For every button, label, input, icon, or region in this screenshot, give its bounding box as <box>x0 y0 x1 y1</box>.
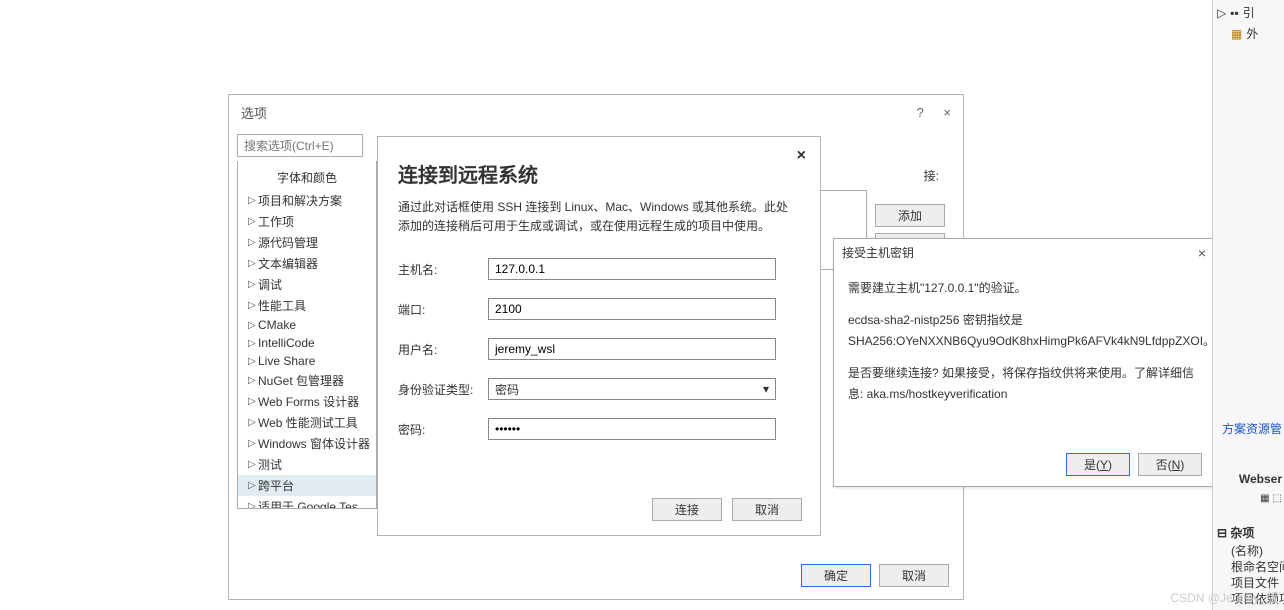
hostkey-line1: 需要建立主机"127.0.0.1"的验证。 <box>848 278 1200 298</box>
chevron-right-icon: ▷ <box>248 338 258 349</box>
watermark: CSDN @Jeremy_版 <box>1170 589 1278 606</box>
chevron-right-icon: ▷ <box>248 258 258 269</box>
sidebar-item-label: 性能工具 <box>258 297 306 314</box>
auth-value: 密码 <box>495 381 519 398</box>
sidebar-item[interactable]: ▷源代码管理 <box>238 232 376 253</box>
sidebar-header: 字体和颜色 <box>238 165 376 190</box>
sidebar-item[interactable]: ▷调试 <box>238 274 376 295</box>
chevron-down-icon: ▾ <box>763 382 769 396</box>
hostkey-dialog: 接受主机密钥 × 需要建立主机"127.0.0.1"的验证。 ecdsa-sha… <box>833 238 1215 487</box>
properties-header[interactable]: ▦⬚ <box>1260 493 1282 504</box>
sidebar-item[interactable]: ▷Web 性能测试工具 <box>238 412 376 433</box>
sidebar-item-label: 源代码管理 <box>258 234 318 251</box>
sidebar-item-label: 适用于 Google Tes <box>258 498 358 509</box>
add-button[interactable]: 添加 <box>875 204 945 227</box>
sidebar-item-label: Web 性能测试工具 <box>258 414 358 431</box>
solution-explorer-link[interactable]: 方案资源管 <box>1222 420 1282 437</box>
sidebar-item-label: 调试 <box>258 276 282 293</box>
sidebar-item-label: 工作项 <box>258 213 294 230</box>
chevron-right-icon: ▷ <box>248 480 258 491</box>
connect-close-icon[interactable]: × <box>797 147 806 165</box>
auth-label: 身份验证类型: <box>398 381 488 398</box>
connect-dialog: × 连接到远程系统 通过此对话框使用 SSH 连接到 Linux、Mac、Win… <box>377 136 821 536</box>
webserver-label: Webser <box>1239 472 1282 486</box>
right-panel: ▷▪▪引 ▦外 方案资源管 Webser ▦⬚ ⊟ 杂项 (名称) 根命名空间 … <box>1212 0 1284 610</box>
sidebar-item[interactable]: ▷项目和解决方案 <box>238 190 376 211</box>
port-label: 端口: <box>398 301 488 318</box>
chevron-right-icon: ▷ <box>248 438 258 449</box>
chevron-right-icon: ▷ <box>248 300 258 311</box>
no-button[interactable]: 否(N) <box>1138 453 1202 476</box>
options-sidebar: 字体和颜色 ▷项目和解决方案▷工作项▷源代码管理▷文本编辑器▷调试▷性能工具▷C… <box>237 161 377 509</box>
root-namespace-row[interactable]: 根命名空间 <box>1231 558 1284 575</box>
chevron-right-icon: ▷ <box>248 237 258 248</box>
host-label: 主机名: <box>398 261 488 278</box>
sidebar-item[interactable]: ▷Live Share <box>238 352 376 370</box>
sidebar-item[interactable]: ▷NuGet 包管理器 <box>238 370 376 391</box>
help-icon[interactable]: ? <box>917 105 924 120</box>
name-row[interactable]: (名称) <box>1231 542 1263 559</box>
misc-section: ⊟ 杂项 <box>1217 524 1254 541</box>
sidebar-item-label: IntelliCode <box>258 336 315 350</box>
ok-button[interactable]: 确定 <box>801 564 871 587</box>
chevron-right-icon: ▷ <box>248 417 258 428</box>
sidebar-item[interactable]: ▷性能工具 <box>238 295 376 316</box>
chevron-right-icon: ▷ <box>248 501 258 509</box>
sidebar-item-label: 测试 <box>258 456 282 473</box>
sidebar-item-label: 项目和解决方案 <box>258 192 342 209</box>
password-input[interactable] <box>488 418 776 440</box>
connect-button[interactable]: 连接 <box>652 498 722 521</box>
chevron-right-icon: ▷ <box>248 375 258 386</box>
chevron-right-icon: ▷ <box>248 396 258 407</box>
yes-button[interactable]: 是(Y) <box>1066 453 1130 476</box>
chevron-right-icon: ▷ <box>248 356 258 367</box>
host-input[interactable] <box>488 258 776 280</box>
connect-cancel-button[interactable]: 取消 <box>732 498 802 521</box>
sidebar-item-label: 跨平台 <box>258 477 294 494</box>
chevron-right-icon: ▷ <box>248 279 258 290</box>
sidebar-item[interactable]: ▷测试 <box>238 454 376 475</box>
sidebar-item[interactable]: ▷跨平台 <box>238 475 376 496</box>
tree-item[interactable]: ▷▪▪引 <box>1217 2 1280 23</box>
sidebar-item[interactable]: ▷Windows 窗体设计器 <box>238 433 376 454</box>
connect-title: 连接到远程系统 <box>398 159 800 188</box>
connections-label: 接: <box>924 167 939 184</box>
hostkey-line2: ecdsa-sha2-nistp256 密钥指纹是 SHA256:OYeNXXN… <box>848 310 1200 351</box>
sidebar-item-label: NuGet 包管理器 <box>258 372 344 389</box>
sidebar-item-label: 文本编辑器 <box>258 255 318 272</box>
sidebar-item[interactable]: ▷文本编辑器 <box>238 253 376 274</box>
sidebar-item[interactable]: ▷工作项 <box>238 211 376 232</box>
user-label: 用户名: <box>398 341 488 358</box>
cancel-button[interactable]: 取消 <box>879 564 949 587</box>
password-label: 密码: <box>398 421 488 438</box>
chevron-right-icon: ▷ <box>248 216 258 227</box>
connect-description: 通过此对话框使用 SSH 连接到 Linux、Mac、Windows 或其他系统… <box>398 198 800 236</box>
sidebar-item-label: CMake <box>258 318 296 332</box>
options-title-text: 选项 <box>241 103 267 122</box>
search-input[interactable] <box>237 134 363 157</box>
tree-item[interactable]: ▦外 <box>1217 23 1280 44</box>
user-input[interactable] <box>488 338 776 360</box>
sidebar-item[interactable]: ▷Web Forms 设计器 <box>238 391 376 412</box>
options-titlebar: 选项 ? × <box>229 95 963 130</box>
sidebar-item-label: Web Forms 设计器 <box>258 393 359 410</box>
hostkey-close-icon[interactable]: × <box>1198 245 1206 261</box>
auth-select[interactable]: 密码 ▾ <box>488 378 776 400</box>
chevron-right-icon: ▷ <box>248 320 258 331</box>
hostkey-line3: 是否要继续连接? 如果接受，将保存指纹供将来使用。了解详细信息: aka.ms/… <box>848 363 1200 404</box>
sidebar-item[interactable]: ▷CMake <box>238 316 376 334</box>
hostkey-title-text: 接受主机密钥 <box>842 244 914 261</box>
port-input[interactable] <box>488 298 776 320</box>
sidebar-item-label: Windows 窗体设计器 <box>258 435 370 452</box>
chevron-right-icon: ▷ <box>248 195 258 206</box>
close-icon[interactable]: × <box>943 105 951 120</box>
sidebar-item[interactable]: ▷适用于 Google Tes <box>238 496 376 509</box>
sidebar-item[interactable]: ▷IntelliCode <box>238 334 376 352</box>
sidebar-item-label: Live Share <box>258 354 315 368</box>
chevron-right-icon: ▷ <box>248 459 258 470</box>
